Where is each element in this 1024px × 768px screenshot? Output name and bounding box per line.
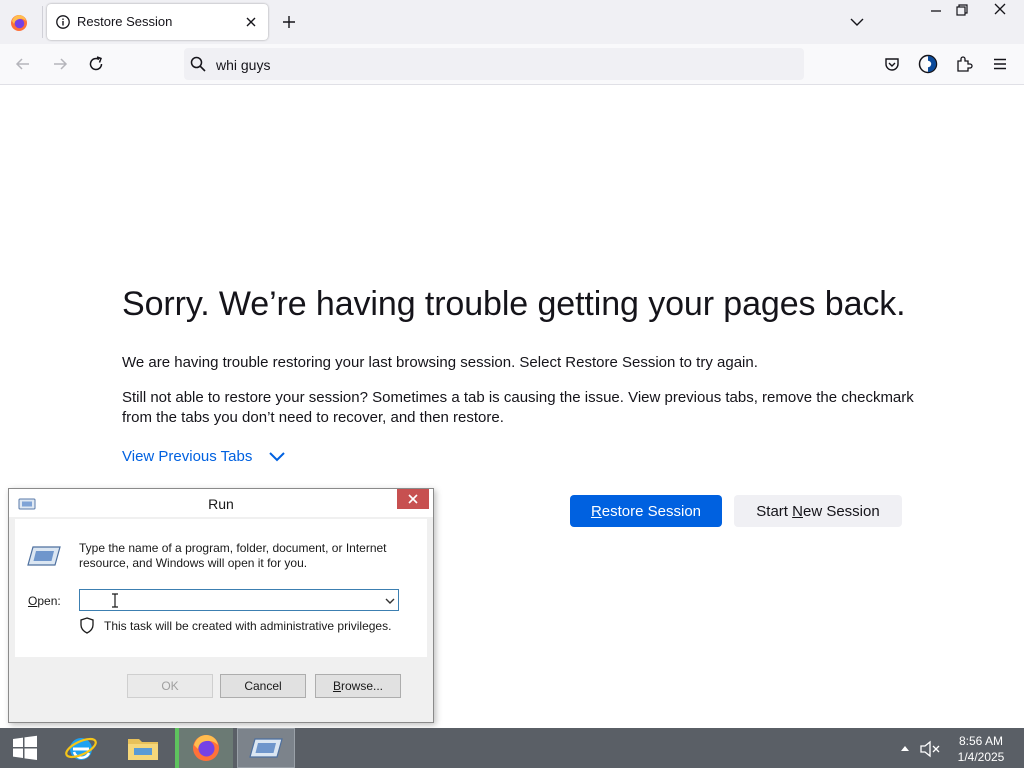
admin-privileges-note: This task will be created with administr… <box>104 619 392 633</box>
url-bar[interactable]: whi guys <box>184 48 804 80</box>
start-button[interactable] <box>0 728 50 768</box>
new-session-label-b: ew Session <box>802 502 880 520</box>
run-title: Run <box>208 496 234 512</box>
taskbar: 8:56 AM 1/4/2025 <box>0 728 1024 768</box>
chevron-down-icon <box>269 451 286 461</box>
account-icon[interactable] <box>918 54 938 74</box>
open-combobox[interactable] <box>79 589 399 611</box>
browse-label: rowse... <box>341 679 384 693</box>
back-arrow-icon[interactable] <box>14 55 32 73</box>
view-previous-tabs-toggle[interactable]: View Previous Tabs <box>122 448 286 465</box>
taskbar-firefox[interactable] <box>175 728 233 768</box>
folder-icon <box>128 739 158 760</box>
browse-mnemonic: B <box>332 679 341 693</box>
restore-window-icon[interactable] <box>954 2 970 18</box>
pocket-icon[interactable] <box>883 55 901 73</box>
firefox-logo-icon[interactable] <box>6 10 32 36</box>
hamburger-menu-icon[interactable] <box>991 55 1009 73</box>
internet-explorer-icon <box>65 737 97 760</box>
restore-session-button[interactable]: Restore Session <box>570 495 722 527</box>
url-text[interactable]: whi guys <box>216 57 270 73</box>
taskbar-file-explorer[interactable] <box>114 728 172 768</box>
windows-logo-icon <box>13 735 37 760</box>
chevron-down-icon[interactable] <box>849 14 865 30</box>
session-error-description: We are having trouble restoring your las… <box>122 354 758 371</box>
new-session-label-a: Start <box>756 502 793 520</box>
minimize-icon[interactable] <box>928 2 944 18</box>
run-description: Type the name of a program, folder, docu… <box>79 541 387 570</box>
taskbar-run[interactable] <box>237 728 295 768</box>
taskbar-internet-explorer[interactable] <box>52 728 110 768</box>
run-close-button[interactable] <box>397 489 429 509</box>
forward-arrow-icon[interactable] <box>51 55 69 73</box>
run-program-icon <box>249 738 283 758</box>
info-icon <box>56 15 70 29</box>
text-cursor-icon <box>112 593 118 608</box>
tab-bar: Restore Session <box>0 0 1024 44</box>
clock-date: 1/4/2025 <box>957 750 1005 764</box>
reload-icon[interactable] <box>87 55 105 73</box>
open-label: Open: <box>28 594 61 608</box>
window-close-icon[interactable] <box>978 0 1022 20</box>
run-program-icon <box>27 546 61 566</box>
navigation-toolbar: whi guys <box>0 44 1024 85</box>
close-icon[interactable] <box>243 14 259 30</box>
plus-icon[interactable] <box>280 13 298 31</box>
tab-separator <box>42 6 43 38</box>
extensions-icon[interactable] <box>955 55 973 73</box>
shield-icon <box>80 617 94 634</box>
page-title: Sorry. We’re having trouble getting your… <box>122 285 906 323</box>
firefox-icon <box>193 735 219 761</box>
session-help-text: Still not able to restore your session? … <box>122 389 914 426</box>
volume-muted-icon[interactable] <box>919 740 941 758</box>
view-previous-tabs-label: View Previous Tabs <box>122 448 253 465</box>
show-hidden-icons-icon[interactable] <box>900 744 910 752</box>
run-titlebar[interactable]: Run <box>9 489 433 517</box>
clock-time: 8:56 AM <box>958 734 1004 748</box>
browse-button[interactable]: Browse... <box>315 674 401 698</box>
search-icon <box>190 56 206 72</box>
ok-button[interactable]: OK <box>127 674 213 698</box>
new-session-mnemonic: N <box>792 502 803 520</box>
open-mnemonic: O <box>28 594 38 608</box>
close-icon <box>408 494 418 504</box>
system-clock[interactable]: 8:56 AM 1/4/2025 <box>946 733 1016 765</box>
start-new-session-button[interactable]: Start New Session <box>734 495 902 527</box>
tab-title: Restore Session <box>77 14 173 29</box>
run-body: Type the name of a program, folder, docu… <box>15 519 427 657</box>
dropdown-arrow-icon[interactable] <box>384 595 396 607</box>
open-label-text: pen: <box>37 594 61 608</box>
cancel-button[interactable]: Cancel <box>220 674 306 698</box>
run-dialog: Run Type the name of a program, folder, … <box>8 488 434 723</box>
restore-mnemonic: R <box>590 502 602 520</box>
restore-label: estore Session <box>601 502 702 520</box>
tab-restore-session[interactable]: Restore Session <box>47 4 268 40</box>
